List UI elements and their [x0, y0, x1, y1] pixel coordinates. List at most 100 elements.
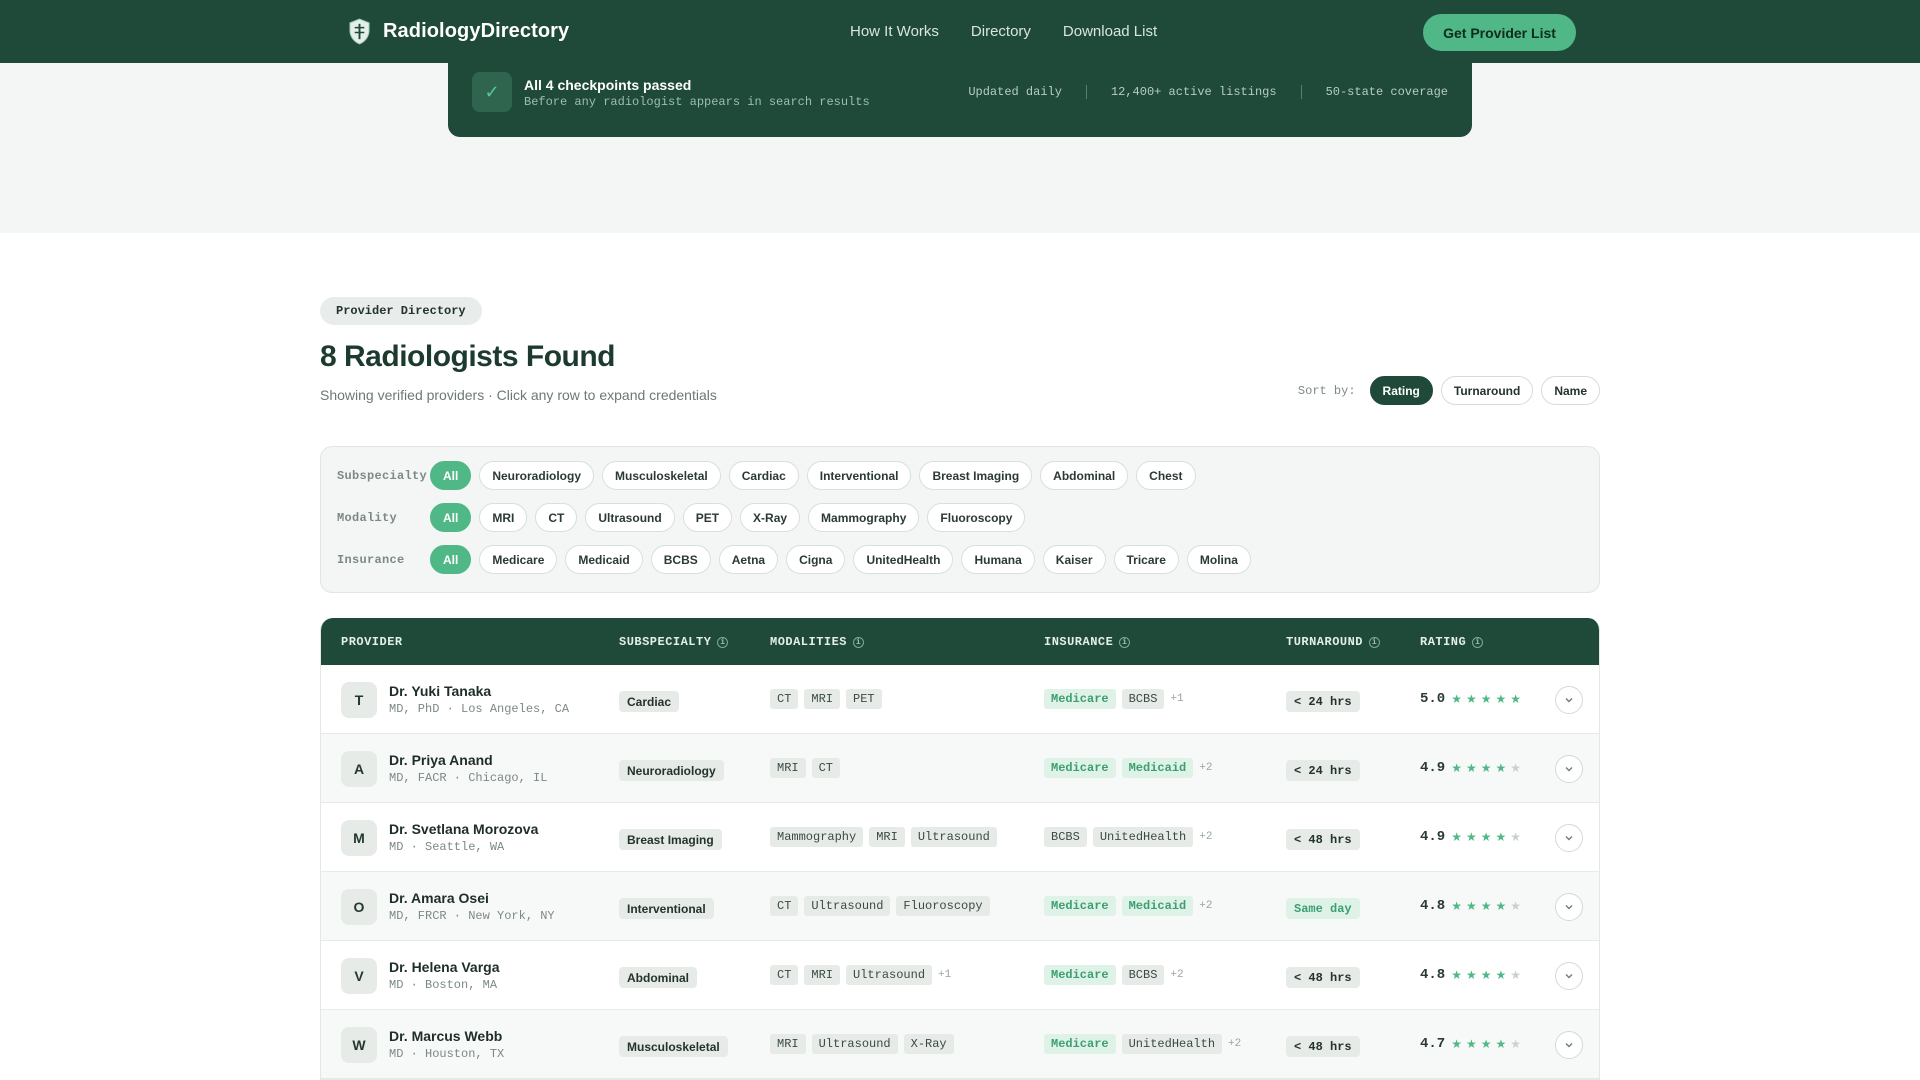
- table-row[interactable]: T Dr. Yuki Tanaka MD, PhD · Los Angeles, C…: [321, 665, 1599, 734]
- info-icon[interactable]: i: [717, 636, 729, 648]
- star-icon: ★: [1465, 830, 1477, 844]
- filter-chip-tricare[interactable]: Tricare: [1113, 545, 1179, 574]
- star-icon: ★: [1480, 899, 1492, 913]
- filter-chip-mammography[interactable]: Mammography: [808, 503, 920, 532]
- column-header-rating[interactable]: RATING i: [1420, 635, 1484, 649]
- provider-name[interactable]: Dr. Helena Varga: [389, 959, 500, 975]
- insurance-more-count: +2: [1228, 1038, 1242, 1050]
- sort-rating-button[interactable]: Rating: [1369, 376, 1433, 405]
- filter-chip-humana[interactable]: Humana: [961, 545, 1035, 574]
- info-icon[interactable]: i: [1369, 636, 1381, 648]
- column-header-provider[interactable]: PROVIDER: [341, 635, 403, 649]
- chevron-down-icon: [1565, 698, 1573, 703]
- avatar: O: [341, 889, 377, 925]
- provider-name[interactable]: Dr. Priya Anand: [389, 752, 493, 768]
- provider-name[interactable]: Dr. Amara Osei: [389, 890, 489, 906]
- filter-chip-cardiac[interactable]: Cardiac: [728, 461, 799, 490]
- rating: 4.9 ★ ★ ★ ★ ★: [1420, 829, 1521, 845]
- filter-chip-cigna[interactable]: Cigna: [786, 545, 846, 574]
- brand-name: RadiologyDirectory: [383, 20, 570, 42]
- expand-row-button[interactable]: [1555, 755, 1583, 783]
- filter-chip-aetna[interactable]: Aetna: [718, 545, 779, 574]
- brand[interactable]: RadiologyDirectory: [348, 18, 569, 45]
- insurance-tag: Medicare: [1044, 965, 1116, 985]
- filter-chip-medicare[interactable]: Medicare: [479, 545, 558, 574]
- filter-chip-bcbs[interactable]: BCBS: [650, 545, 711, 574]
- filter-chip-kaiser[interactable]: Kaiser: [1042, 545, 1106, 574]
- provider-meta: MD, PhD · Los Angeles, CA: [389, 702, 570, 716]
- info-icon[interactable]: i: [853, 636, 865, 648]
- star-icon: ★: [1451, 899, 1462, 913]
- column-header-insurance[interactable]: INSURANCE i: [1044, 635, 1131, 649]
- rating: 4.7 ★ ★ ★ ★ ★: [1420, 1036, 1521, 1052]
- filter-chip-pet[interactable]: PET: [682, 503, 733, 532]
- star-icon: ★: [1465, 899, 1477, 913]
- column-header-modalities[interactable]: MODALITIES i: [770, 635, 865, 649]
- expand-row-button[interactable]: [1555, 962, 1583, 990]
- modality-tags: MRI CT: [770, 758, 841, 778]
- expand-row-button[interactable]: [1555, 1031, 1583, 1059]
- filter-chip-medicaid[interactable]: Medicaid: [565, 545, 643, 574]
- sort-turnaround-button[interactable]: Turnaround: [1440, 376, 1534, 405]
- table-header: PROVIDER SUBSPECIALTY i MODALITIES i INSUR…: [321, 618, 1599, 665]
- filter-chip-breast-imaging[interactable]: Breast Imaging: [919, 461, 1033, 490]
- filter-chip-x-ray[interactable]: X-Ray: [740, 503, 801, 532]
- filter-chip-chest[interactable]: Chest: [1136, 461, 1196, 490]
- insurance-more-count: +2: [1170, 969, 1184, 981]
- column-header-turnaround[interactable]: TURNAROUND i: [1286, 635, 1381, 649]
- avatar: V: [341, 958, 377, 994]
- provider-name[interactable]: Dr. Yuki Tanaka: [389, 683, 491, 699]
- column-header-subspecialty[interactable]: SUBSPECIALTY i: [619, 635, 729, 649]
- insurance-more-count: +2: [1199, 900, 1213, 912]
- nav-link-download-list[interactable]: Download List: [1063, 23, 1157, 40]
- modality-tag: MRI: [804, 965, 841, 985]
- filter-chip-musculoskeletal[interactable]: Musculoskeletal: [602, 461, 721, 490]
- get-provider-list-button[interactable]: Get Provider List: [1423, 14, 1576, 51]
- rating-value: 4.9: [1420, 829, 1446, 845]
- top-nav: RadiologyDirectory How It Works Director…: [0, 0, 1920, 63]
- chevron-down-icon: [1565, 1043, 1573, 1048]
- info-icon[interactable]: i: [1472, 636, 1484, 648]
- star-icon: ★: [1451, 830, 1462, 844]
- modality-tag: Fluoroscopy: [896, 896, 990, 916]
- filter-label: Insurance: [337, 552, 405, 567]
- provider-meta: MD · Seattle, WA: [389, 840, 505, 854]
- filter-label: Modality: [337, 510, 398, 525]
- provider-meta: MD, FRCR · New York, NY: [389, 909, 555, 923]
- table-row[interactable]: O Dr. Amara Osei MD, FRCR · New York, NY In…: [321, 872, 1599, 941]
- star-icon: ★: [1510, 1037, 1522, 1051]
- nav-link-how-it-works[interactable]: How It Works: [850, 23, 939, 40]
- sort-name-button[interactable]: Name: [1541, 376, 1600, 405]
- table-row[interactable]: V Dr. Helena Varga MD · Boston, MA Abdomina…: [321, 941, 1599, 1010]
- provider-name[interactable]: Dr. Marcus Webb: [389, 1028, 502, 1044]
- star-icon: ★: [1451, 692, 1462, 706]
- filter-chip-neuroradiology[interactable]: Neuroradiology: [479, 461, 595, 490]
- filter-chip-mri[interactable]: MRI: [479, 503, 528, 532]
- filter-chip-interventional[interactable]: Interventional: [806, 461, 912, 490]
- expand-row-button[interactable]: [1555, 824, 1583, 852]
- filter-chip-all[interactable]: All: [430, 461, 472, 490]
- table-row[interactable]: W Dr. Marcus Webb MD · Houston, TX Musculos…: [321, 1010, 1599, 1079]
- expand-row-button[interactable]: [1555, 893, 1583, 921]
- filter-chip-all[interactable]: All: [430, 503, 472, 532]
- filter-chip-fluoroscopy[interactable]: Fluoroscopy: [927, 503, 1026, 532]
- divider: [1300, 85, 1302, 99]
- modality-tag: Ultrasound: [910, 827, 997, 847]
- table-row[interactable]: A Dr. Priya Anand MD, FACR · Chicago, IL Ne…: [321, 734, 1599, 803]
- modalities-more-count: +1: [938, 969, 952, 981]
- filter-chip-abdominal[interactable]: Abdominal: [1040, 461, 1129, 490]
- info-icon[interactable]: i: [1119, 636, 1131, 648]
- filter-chip-molina[interactable]: Molina: [1186, 545, 1251, 574]
- expand-row-button[interactable]: [1555, 686, 1583, 714]
- table-row[interactable]: M Dr. Svetlana Morozova MD · Seattle, WA Br…: [321, 803, 1599, 872]
- filter-chip-ct[interactable]: CT: [535, 503, 578, 532]
- provider-name[interactable]: Dr. Svetlana Morozova: [389, 821, 538, 837]
- insurance-tag: BCBS: [1121, 965, 1165, 985]
- filter-chip-ultrasound[interactable]: Ultrasound: [585, 503, 675, 532]
- modality-tag: MRI: [804, 689, 841, 709]
- nav-link-directory[interactable]: Directory: [971, 23, 1031, 40]
- filter-chip-all[interactable]: All: [430, 545, 472, 574]
- rating-value: 5.0: [1420, 691, 1446, 707]
- modality-tags: CT Ultrasound Fluoroscopy: [770, 896, 990, 916]
- filter-chip-unitedhealth[interactable]: UnitedHealth: [853, 545, 954, 574]
